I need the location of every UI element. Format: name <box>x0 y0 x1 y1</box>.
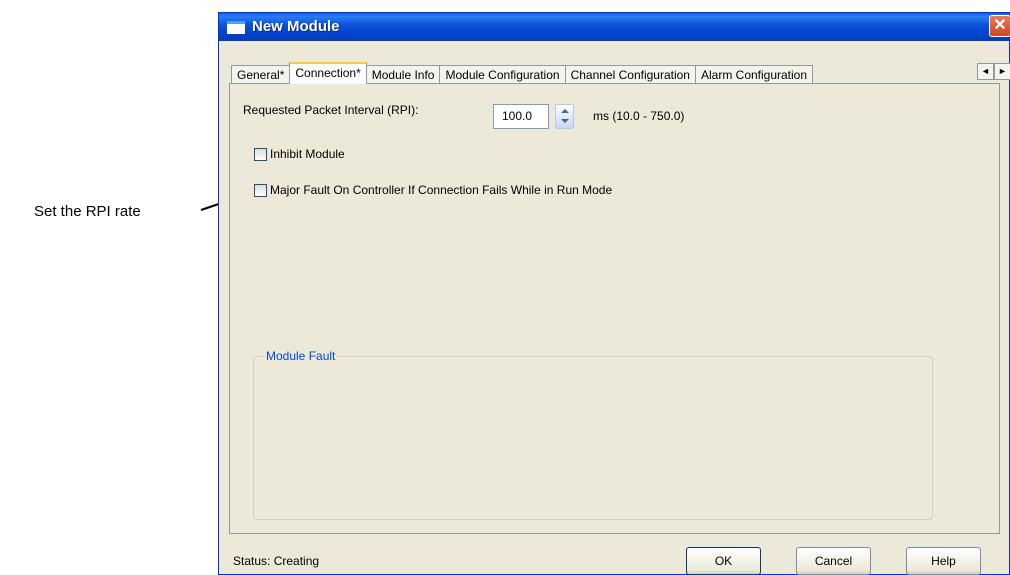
inhibit-module-checkbox[interactable] <box>254 147 267 161</box>
tab-channel-configuration[interactable]: Channel Configuration <box>564 65 696 84</box>
rpi-label: Requested Packet Interval (RPI): <box>243 103 419 117</box>
close-button[interactable]: ✕ <box>989 15 1010 37</box>
tab-module-info[interactable]: Module Info <box>365 65 441 84</box>
tab-scroll-buttons: ◄ ► <box>977 63 1010 80</box>
tab-connection[interactable]: Connection* <box>289 62 367 84</box>
spin-up-icon[interactable] <box>561 109 569 113</box>
dialog-title: New Module <box>252 18 340 35</box>
tab-strip: General* Connection* Module Info Module … <box>231 62 814 84</box>
inhibit-module-label: Inhibit Module <box>270 147 345 161</box>
title-bar[interactable]: New Module ✕ <box>219 13 1010 41</box>
tab-scroll-left-icon[interactable]: ◄ <box>977 63 994 80</box>
window-icon <box>227 21 245 34</box>
tab-module-configuration[interactable]: Module Configuration <box>439 65 566 84</box>
ok-button[interactable]: OK <box>686 547 761 575</box>
major-fault-option[interactable]: Major Fault On Controller If Connection … <box>254 183 612 197</box>
rpi-input[interactable]: 100.0 <box>493 104 549 129</box>
tab-scroll-right-icon[interactable]: ► <box>994 63 1010 80</box>
major-fault-label: Major Fault On Controller If Connection … <box>270 183 613 197</box>
rpi-spinner[interactable] <box>555 104 574 129</box>
new-module-dialog: New Module ✕ General* Connection* Module… <box>218 12 1010 575</box>
rpi-range-hint: ms (10.0 - 750.0) <box>593 109 685 123</box>
status-text: Status: Creating <box>233 554 320 568</box>
annotation-callout: Set the RPI rate <box>34 203 141 220</box>
cancel-button[interactable]: Cancel <box>796 547 871 575</box>
spin-down-icon[interactable] <box>561 119 569 123</box>
tab-alarm-configuration[interactable]: Alarm Configuration <box>694 65 814 84</box>
inhibit-module-option[interactable]: Inhibit Module <box>254 147 345 161</box>
help-button[interactable]: Help <box>906 547 981 575</box>
tab-general[interactable]: General* <box>231 65 291 84</box>
module-fault-title: Module Fault <box>264 349 338 363</box>
module-fault-group <box>253 356 933 520</box>
major-fault-checkbox[interactable] <box>254 183 267 197</box>
